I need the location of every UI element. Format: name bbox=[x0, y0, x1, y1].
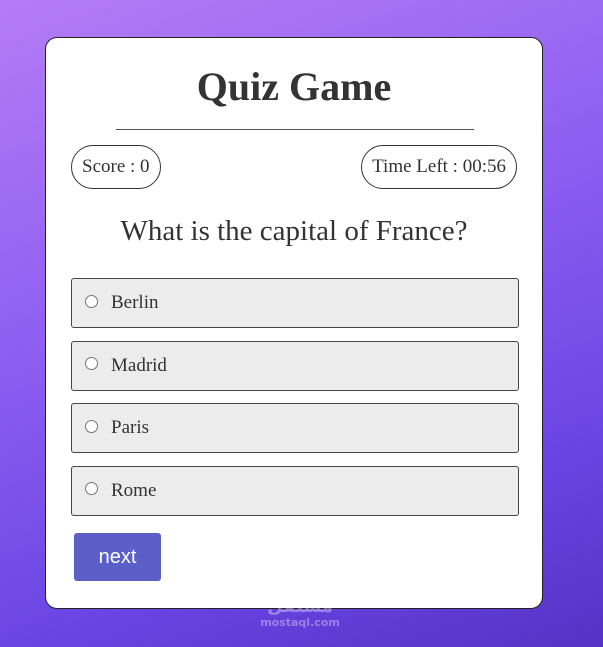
answer-option-label: Madrid bbox=[111, 354, 167, 376]
radio-button-icon[interactable] bbox=[85, 357, 98, 371]
title-divider bbox=[116, 129, 474, 130]
watermark: مستقل mostaql.com bbox=[240, 597, 360, 629]
answer-options: Berlin Madrid Paris Rome bbox=[71, 278, 519, 528]
answer-option-label: Berlin bbox=[111, 292, 159, 313]
quiz-title: Quiz Game bbox=[196, 64, 392, 109]
watermark-logo: مستقل bbox=[267, 596, 333, 617]
watermark-url: mostaql.com bbox=[260, 616, 340, 629]
answer-option-label: Paris bbox=[111, 417, 149, 439]
radio-button-icon[interactable] bbox=[85, 419, 98, 433]
next-button[interactable]: next bbox=[74, 533, 161, 581]
answer-option-madrid[interactable]: Madrid bbox=[71, 340, 519, 391]
score-badge: Score : 0 bbox=[71, 145, 161, 189]
answer-option-label: Rome bbox=[111, 479, 157, 501]
radio-button-icon[interactable] bbox=[85, 294, 98, 308]
question-text: What is the capital of France? bbox=[120, 215, 468, 247]
answer-option-paris[interactable]: Paris bbox=[71, 403, 519, 454]
quiz-card: Quiz Game Score : 0 Time Left : 00:56 Wh… bbox=[45, 37, 543, 609]
answer-option-berlin[interactable]: Berlin bbox=[71, 278, 519, 328]
radio-button-icon[interactable] bbox=[85, 482, 98, 496]
timer-badge: Time Left : 00:56 bbox=[361, 145, 517, 189]
answer-option-rome[interactable]: Rome bbox=[71, 465, 519, 516]
